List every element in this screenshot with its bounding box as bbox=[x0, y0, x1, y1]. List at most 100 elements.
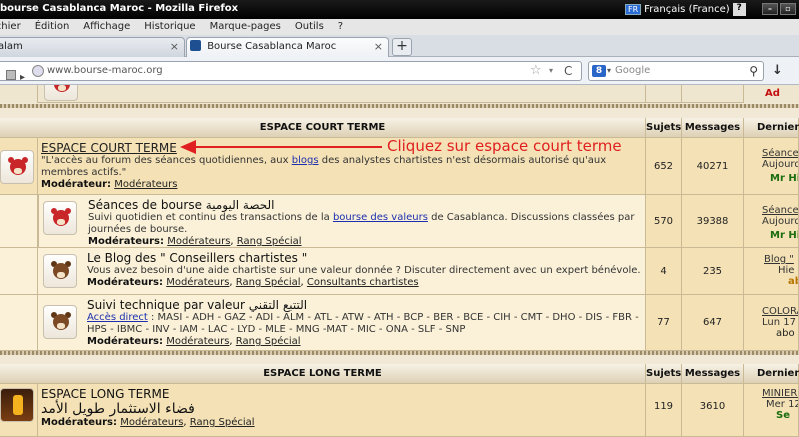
topic-count: 4 bbox=[646, 248, 682, 295]
last-post-title[interactable]: COLORA bbox=[762, 306, 798, 317]
moderator-link[interactable]: Modérateurs bbox=[167, 236, 230, 247]
topic-count: 119 bbox=[646, 384, 682, 437]
message-count: 39388 bbox=[682, 195, 744, 248]
moderator-link[interactable]: Modérateurs bbox=[114, 179, 177, 190]
forum-row: ESPACE LONG TERME فضاء الاستثمار طويل ال… bbox=[0, 384, 799, 437]
last-post-title[interactable]: Séance bbox=[762, 205, 798, 216]
forum-description: "L'accès au forum des séances quotidienn… bbox=[41, 155, 607, 178]
col-topics: Sujets bbox=[646, 364, 682, 384]
moderator-link[interactable]: Rang Spécial bbox=[236, 277, 301, 288]
section-separator bbox=[0, 104, 799, 108]
search-icon[interactable]: ⚲ bbox=[749, 62, 758, 80]
section-header-long-terme: ESPACE LONG TERME Sujets Messages Dernie… bbox=[0, 364, 799, 384]
window-titlebar: bourse Casablanca Maroc - Mozilla Firefo… bbox=[0, 0, 799, 19]
last-post-title[interactable]: MINIERE bbox=[762, 388, 798, 399]
url-text[interactable]: www.bourse-maroc.org bbox=[47, 62, 163, 80]
menu-bar: Fichier Édition Affichage Historique Mar… bbox=[0, 19, 799, 35]
maximize-button[interactable]: ▫ bbox=[780, 3, 796, 15]
section-title: ESPACE LONG TERME bbox=[0, 364, 646, 384]
moderator-link[interactable]: Rang Spécial bbox=[237, 236, 302, 247]
col-messages: Messages bbox=[682, 364, 744, 384]
last-post-date: Hie bbox=[778, 265, 795, 276]
last-post-user[interactable]: Mr Hi bbox=[762, 173, 798, 184]
new-tab-button[interactable]: + bbox=[392, 38, 412, 56]
last-post-date: Aujourd bbox=[762, 216, 799, 227]
forum-description: Accès direct : MASI - ADH - GAZ - ADI - … bbox=[87, 312, 639, 335]
acces-direct-link[interactable]: Accès direct bbox=[87, 312, 148, 323]
moderator-link[interactable]: Rang Spécial bbox=[236, 336, 301, 347]
engine-dropdown-icon[interactable]: ▾ bbox=[607, 62, 611, 80]
forum-row-partial: Ad bbox=[0, 85, 799, 103]
moderators: Modérateur: Modérateurs bbox=[41, 179, 178, 190]
language-indicator[interactable]: FR Français (France) ? bbox=[625, 2, 746, 17]
topic-count: 77 bbox=[646, 295, 682, 351]
last-post-user[interactable]: Ad bbox=[765, 88, 780, 99]
window-title: bourse Casablanca Maroc - Mozilla Firefo… bbox=[0, 3, 239, 14]
moderators: Modérateurs: Modérateurs, Rang Spécial bbox=[88, 236, 302, 247]
navigation-bar: ▸ www.bourse-maroc.org ☆ ▾ C 8 ▾ Google … bbox=[0, 57, 799, 85]
col-messages: Messages bbox=[682, 118, 744, 138]
bourse-valeurs-link[interactable]: bourse des valeurs bbox=[333, 212, 428, 223]
message-count: 647 bbox=[682, 295, 744, 351]
last-post-user[interactable]: abo bbox=[762, 328, 798, 339]
last-post-title[interactable]: Séance bbox=[762, 148, 798, 159]
page-icon bbox=[6, 70, 16, 80]
last-post-user[interactable]: ab bbox=[764, 276, 798, 287]
last-post: COLORA Lun 17 abo bbox=[744, 295, 799, 351]
last-post-title[interactable]: Blog " bbox=[764, 254, 798, 265]
last-post: Blog " Hie ab bbox=[744, 248, 799, 295]
lantern-icon bbox=[0, 388, 34, 422]
reload-icon[interactable]: C bbox=[564, 62, 572, 80]
close-icon[interactable]: × bbox=[374, 38, 383, 56]
menu-tools[interactable]: Outils bbox=[295, 19, 324, 35]
language-label: Français (France) bbox=[644, 4, 730, 15]
moderators: Modérateurs: Modérateurs, Rang Spécial bbox=[41, 417, 255, 428]
moderator-link[interactable]: Modérateurs bbox=[166, 277, 229, 288]
forum-title[interactable]: Séances de bourse الحصة اليومية bbox=[88, 198, 642, 212]
search-box[interactable]: 8 ▾ Google ⚲ bbox=[588, 61, 764, 81]
menu-history[interactable]: Historique bbox=[144, 19, 195, 35]
menu-edit[interactable]: Édition bbox=[35, 19, 70, 35]
globe-icon[interactable] bbox=[32, 65, 44, 77]
moderator-link[interactable]: Consultants chartistes bbox=[307, 277, 419, 288]
bookmark-star-icon[interactable]: ☆ bbox=[530, 62, 542, 80]
last-post: Séance Aujourd Mr Hi bbox=[744, 138, 799, 195]
last-post: MINIERE Mer 12 Se bbox=[744, 384, 799, 437]
search-input[interactable]: Google bbox=[615, 62, 650, 80]
moderators: Modérateurs: Modérateurs, Rang Spécial, … bbox=[87, 277, 419, 288]
last-post-user[interactable]: Mr Hi bbox=[762, 230, 798, 241]
message-count: 235 bbox=[682, 248, 744, 295]
blogs-link[interactable]: blogs bbox=[292, 155, 319, 166]
menu-view[interactable]: Affichage bbox=[83, 19, 130, 35]
forum-description: Vous avez besoin d'une aide chartiste su… bbox=[87, 265, 641, 276]
forum-title[interactable]: ESPACE LONG TERME bbox=[41, 387, 642, 401]
forum-title[interactable]: Le Blog des " Conseillers chartistes " bbox=[87, 251, 642, 265]
moderator-link[interactable]: Rang Spécial bbox=[190, 417, 255, 428]
last-post-user[interactable]: Se bbox=[762, 410, 798, 421]
menu-file[interactable]: Fichier bbox=[0, 19, 21, 35]
minimize-button[interactable]: – bbox=[762, 3, 778, 15]
close-icon[interactable]: × bbox=[170, 38, 179, 56]
forum-row: Le Blog des " Conseillers chartistes " V… bbox=[0, 248, 799, 295]
topic-count: 570 bbox=[646, 195, 682, 248]
address-bar[interactable]: ▸ www.bourse-maroc.org ☆ ▾ C bbox=[0, 61, 582, 83]
menu-bookmarks[interactable]: Marque-pages bbox=[210, 19, 281, 35]
forum-title[interactable]: Suivi technique par valeur التتبع التقني bbox=[87, 298, 642, 312]
forum-title-arabic[interactable]: فضاء الاستثمار طويل الأمد bbox=[41, 401, 642, 417]
forum-row: Séances de bourse الحصة اليومية Suivi qu… bbox=[0, 195, 799, 248]
section-title: ESPACE COURT TERME bbox=[0, 118, 646, 138]
moderator-link[interactable]: Modérateurs bbox=[166, 336, 229, 347]
history-dropdown-icon[interactable]: ▾ bbox=[549, 62, 553, 80]
col-last-post: Dernier bbox=[744, 364, 799, 384]
menu-help[interactable]: ? bbox=[338, 19, 343, 35]
google-engine-icon[interactable]: 8 bbox=[592, 65, 606, 77]
tab-previous[interactable]: alam × bbox=[0, 37, 185, 57]
moderator-link[interactable]: Modérateurs bbox=[120, 417, 183, 428]
annotation-text: Cliquez sur espace court terme bbox=[387, 137, 622, 155]
tab-bourse[interactable]: Bourse Casablanca Maroc × bbox=[186, 37, 389, 57]
help-icon[interactable]: ? bbox=[732, 3, 746, 16]
col-last-post: Derniers bbox=[744, 118, 799, 138]
download-icon[interactable]: ↓ bbox=[772, 63, 783, 78]
annotation-arrow-icon bbox=[180, 140, 196, 154]
last-post-date: Lun 17 bbox=[762, 317, 796, 328]
